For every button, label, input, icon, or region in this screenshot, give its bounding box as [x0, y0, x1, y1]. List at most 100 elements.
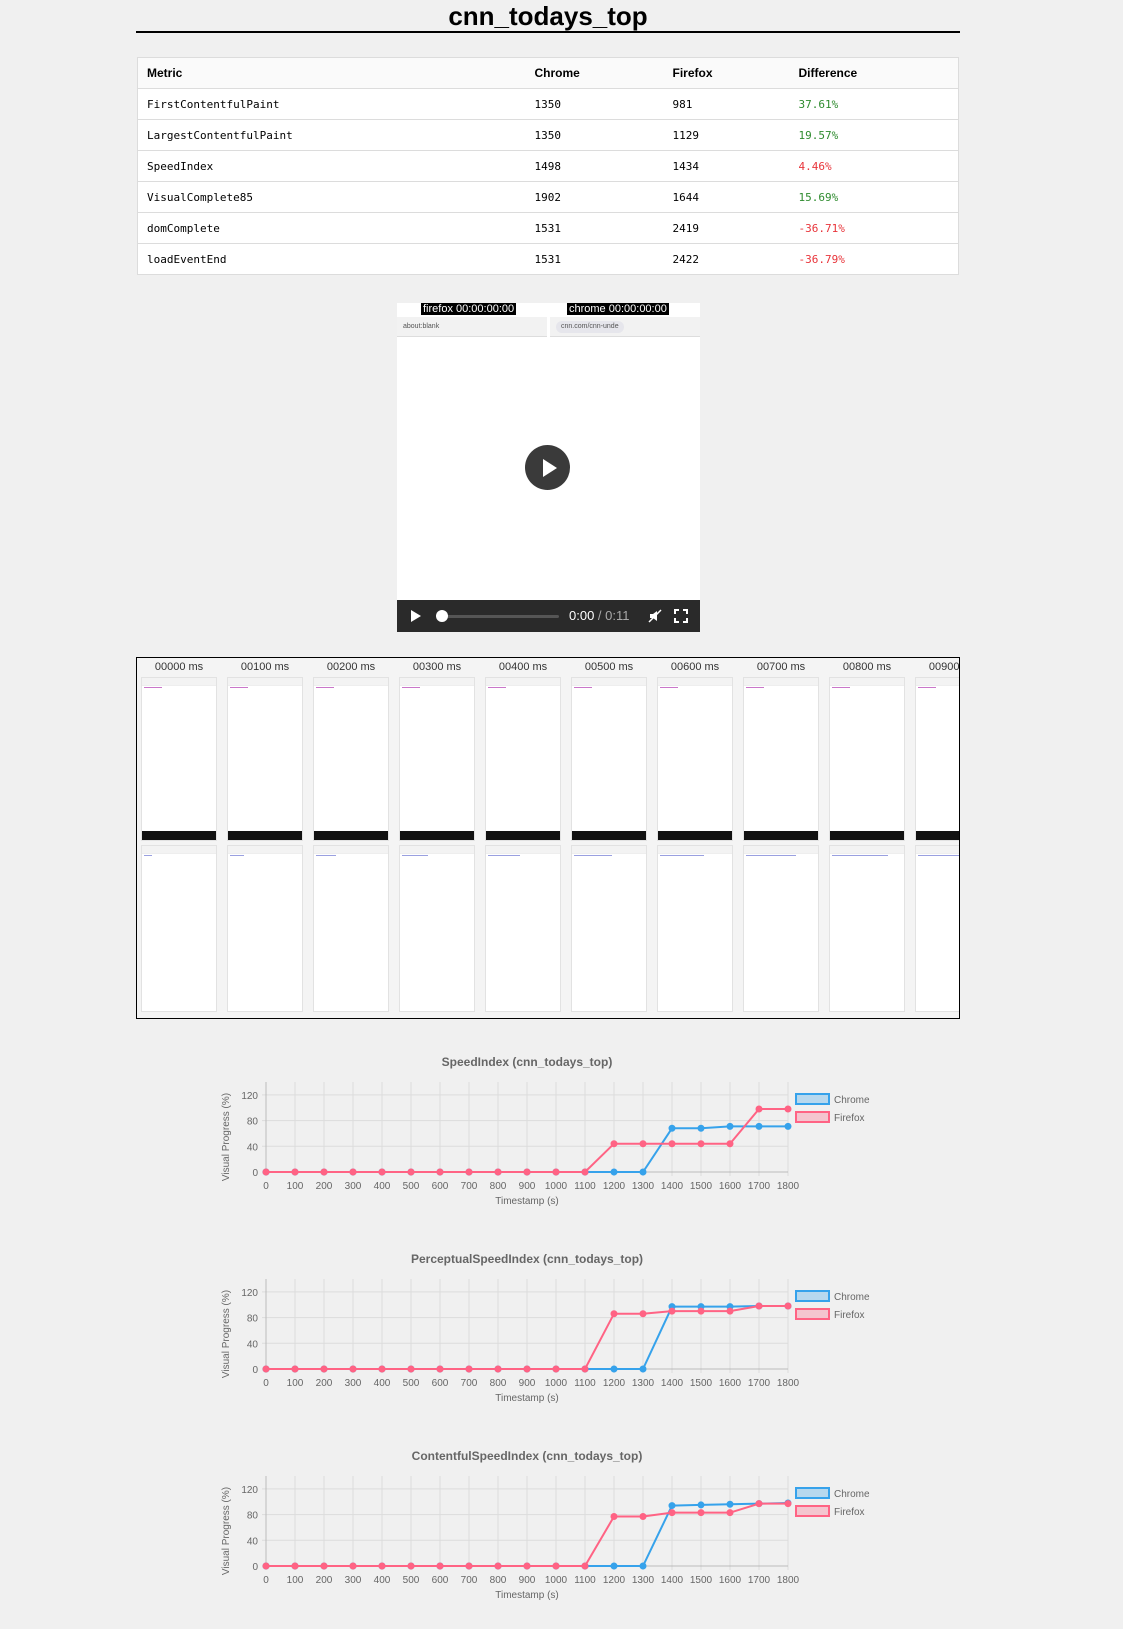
legend-swatch-chrome: [795, 1290, 830, 1302]
x-tick-label: 600: [432, 1575, 449, 1586]
data-point: [784, 1105, 792, 1113]
difference-cell: 4.46%: [789, 150, 959, 182]
frame-time-label: 00600 ms: [670, 661, 720, 673]
filmstrip-frame[interactable]: 00400 ms: [484, 658, 562, 1018]
x-tick-label: 300: [345, 1378, 362, 1389]
x-tick-label: 1700: [748, 1575, 771, 1586]
chart-title: PerceptualSpeedIndex (cnn_todays_top): [411, 1252, 643, 1266]
x-tick-label: 200: [316, 1378, 333, 1389]
data-point: [523, 1562, 531, 1570]
chrome-frame-thumbnail: [915, 845, 959, 1012]
data-point: [668, 1140, 676, 1148]
x-tick-label: 1000: [545, 1575, 568, 1586]
chrome-cell: 1902: [525, 181, 664, 213]
data-point: [407, 1168, 415, 1176]
x-tick-label: 500: [403, 1378, 420, 1389]
filmstrip-frame[interactable]: 00600 ms: [656, 658, 734, 1018]
x-tick-label: 1700: [748, 1181, 771, 1192]
data-point: [784, 1302, 792, 1310]
chrome-cell: 1350: [525, 119, 664, 151]
filmstrip-frame[interactable]: 00900 ms: [914, 658, 959, 1018]
page-title: cnn_todays_top: [136, 0, 960, 33]
firefox-frame-thumbnail: [571, 677, 647, 841]
x-tick-label: 500: [403, 1575, 420, 1586]
perceptualspeedindex-chart: PerceptualSpeedIndex (cnn_todays_top) 0 40…: [219, 1252, 879, 1427]
comparison-video[interactable]: firefox 00:00:00:00 chrome 00:00:00:00 a…: [397, 303, 700, 632]
y-tick-label: 80: [247, 1117, 259, 1128]
chart-title: ContentfulSpeedIndex (cnn_todays_top): [412, 1449, 643, 1463]
chrome-url-bar: cnn.com/cnn-unde: [550, 317, 700, 337]
data-point: [494, 1365, 502, 1373]
data-point: [668, 1502, 676, 1510]
x-tick-label: 1100: [574, 1575, 596, 1586]
mute-icon[interactable]: [648, 609, 662, 623]
firefox-frame-thumbnail: [485, 677, 561, 841]
seek-bar[interactable]: [437, 615, 559, 618]
x-tick-label: 400: [374, 1378, 391, 1389]
y-axis-title: Visual Progress (%): [221, 1290, 232, 1378]
contentfulspeedindex-chart-svg: ContentfulSpeedIndex (cnn_todays_top) 0 40…: [221, 1449, 870, 1601]
x-tick-label: 1800: [777, 1181, 800, 1192]
filmstrip-frame[interactable]: 00300 ms: [398, 658, 476, 1018]
table-row: FirstContentfulPaint 1350 981 37.61%: [137, 88, 959, 120]
chrome-frame-thumbnail: [657, 845, 733, 1012]
frame-time-label: 00100 ms: [240, 661, 290, 673]
header-chrome: Chrome: [525, 57, 664, 89]
filmstrip-frame[interactable]: 00500 ms: [570, 658, 648, 1018]
data-point: [378, 1365, 386, 1373]
y-tick-label: 80: [247, 1511, 259, 1522]
play-button[interactable]: [411, 610, 421, 622]
x-tick-label: 400: [374, 1575, 391, 1586]
firefox-cell: 981: [663, 88, 790, 120]
chrome-cell: 1350: [525, 88, 664, 120]
data-point: [697, 1307, 705, 1315]
legend-label: Firefox: [834, 1507, 865, 1518]
data-point: [552, 1168, 560, 1176]
x-tick-label: 1700: [748, 1378, 771, 1389]
x-tick-label: 700: [461, 1181, 478, 1192]
firefox-cell: 2422: [672, 252, 700, 266]
chrome-frame-thumbnail: [829, 845, 905, 1012]
firefox-url-bar: about:blank: [397, 317, 547, 337]
data-point: [494, 1168, 502, 1176]
legend-label: Chrome: [834, 1292, 870, 1303]
x-tick-label: 600: [432, 1181, 449, 1192]
fullscreen-icon[interactable]: [674, 609, 688, 623]
x-tick-label: 500: [403, 1181, 420, 1192]
data-point: [349, 1168, 357, 1176]
x-tick-label: 1500: [690, 1575, 713, 1586]
x-tick-label: 100: [287, 1181, 304, 1192]
data-point: [494, 1562, 502, 1570]
x-tick-label: 1200: [603, 1378, 626, 1389]
firefox-frame-thumbnail: [657, 677, 733, 841]
speedindex-chart-svg: SpeedIndex (cnn_todays_top)040801200 100 2…: [221, 1055, 870, 1207]
x-tick-label: 1100: [574, 1378, 596, 1389]
seek-knob[interactable]: [436, 610, 448, 622]
chrome-cell: 1531: [525, 212, 664, 244]
time-current: 0:00: [569, 608, 595, 623]
legend-swatch-firefox: [795, 1308, 830, 1320]
filmstrip-frame[interactable]: 00700 ms: [742, 658, 820, 1018]
play-overlay-button[interactable]: [525, 445, 570, 490]
filmstrip-frame[interactable]: 00200 ms: [312, 658, 390, 1018]
filmstrip-frame[interactable]: 00000 ms: [140, 658, 218, 1018]
video-controls: 0:00 / 0:11: [397, 600, 700, 632]
filmstrip-frame[interactable]: 00800 ms: [828, 658, 906, 1018]
chrome-cell: 1498: [525, 150, 664, 182]
difference-cell: -36.71%: [789, 212, 959, 244]
firefox-frame-thumbnail: [399, 677, 475, 841]
data-point: [726, 1307, 734, 1315]
data-point: [610, 1562, 618, 1570]
data-point: [523, 1365, 531, 1373]
data-point: [755, 1105, 763, 1113]
data-point: [639, 1513, 647, 1520]
table-row: VisualComplete85 1902 1644 15.69%: [137, 181, 959, 213]
data-point: [465, 1365, 473, 1373]
filmstrip[interactable]: 00000 ms 00100 ms 00200 ms 00300 ms 00400 ms…: [136, 657, 960, 1019]
chrome-caption: chrome 00:00:00:00: [567, 303, 669, 315]
time-separator: /: [594, 608, 606, 623]
filmstrip-frame[interactable]: 00100 ms: [226, 658, 304, 1018]
x-tick-label: 1400: [661, 1378, 684, 1389]
firefox-frame-thumbnail: [313, 677, 389, 841]
data-point: [726, 1122, 734, 1130]
